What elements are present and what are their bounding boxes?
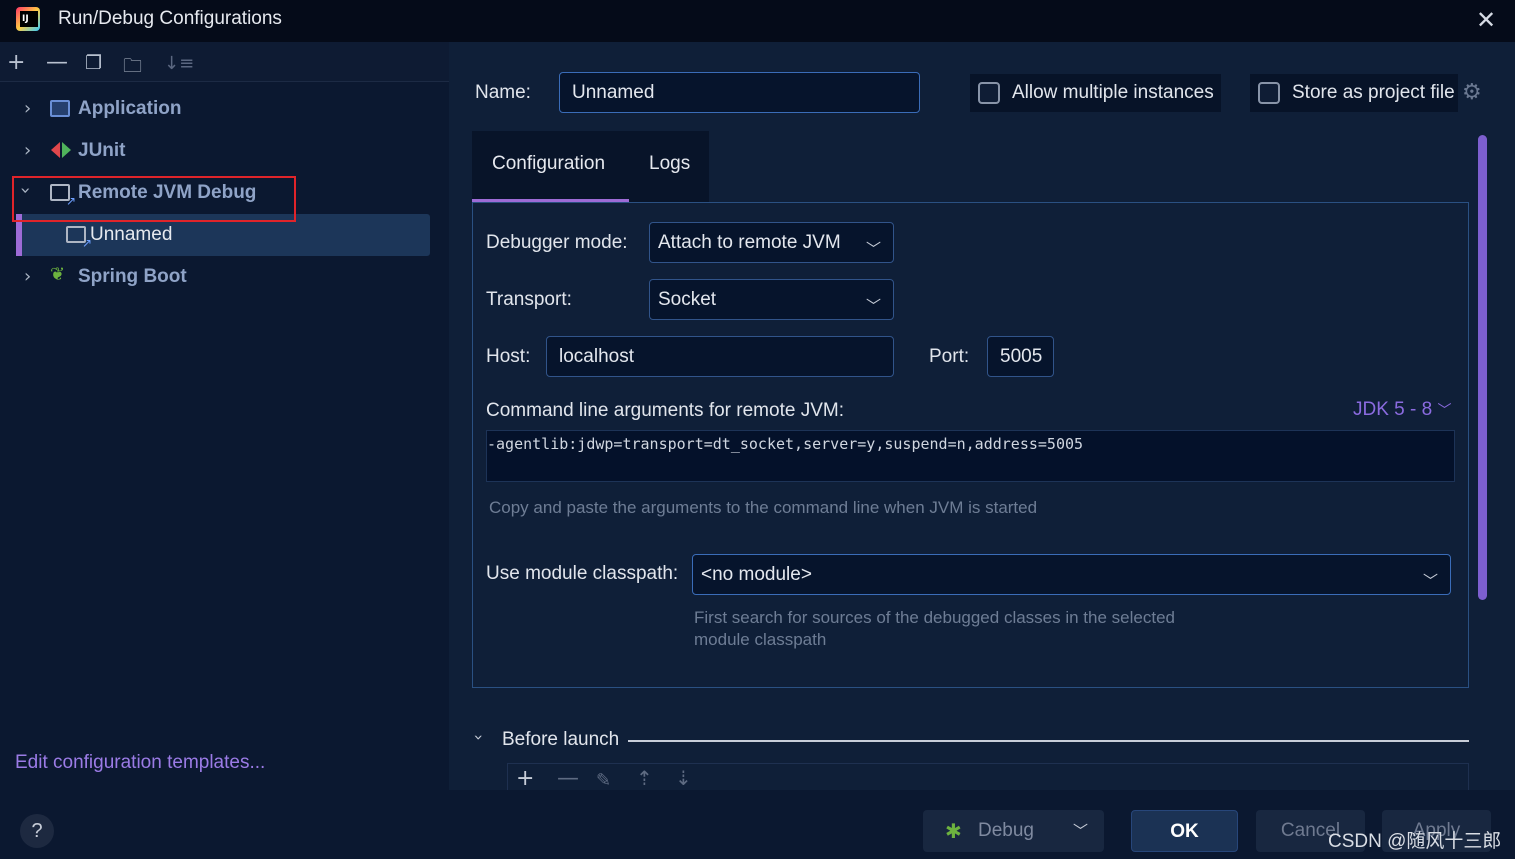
port-label: Port:: [929, 346, 970, 367]
name-input[interactable]: Unnamed: [559, 72, 920, 113]
bug-icon: ✱: [945, 819, 962, 843]
remove-icon[interactable]: —: [46, 50, 68, 75]
chevron-down-icon[interactable]: ﹀: [1073, 810, 1088, 852]
new-folder-icon[interactable]: 🗀: [123, 52, 142, 84]
dropdown-value: Socket: [658, 289, 717, 310]
checkbox-label: Allow multiple instances: [1012, 82, 1214, 103]
application-icon: [50, 100, 70, 117]
host-input[interactable]: localhost: [546, 336, 894, 377]
tree-item-spring-boot[interactable]: › ❦ Spring Boot: [0, 258, 449, 298]
chevron-right-icon[interactable]: ›: [24, 266, 31, 287]
debugger-mode-label: Debugger mode:: [486, 232, 628, 253]
dropdown-value: Attach to remote JVM: [658, 232, 841, 253]
jdk-version-dropdown[interactable]: JDK 5 - 8 ﹀: [1353, 399, 1451, 421]
help-button[interactable]: ?: [20, 814, 54, 848]
command-line-args-field[interactable]: -agentlib:jdwp=transport=dt_socket,serve…: [486, 430, 1455, 482]
debugger-mode-dropdown[interactable]: Attach to remote JVM ﹀: [649, 222, 894, 263]
checkbox-label: Store as project file: [1292, 82, 1455, 103]
ok-button[interactable]: OK: [1131, 810, 1238, 852]
tree-item-unnamed[interactable]: Unnamed: [0, 216, 449, 256]
allow-multiple-instances-checkbox[interactable]: Allow multiple instances: [970, 74, 1221, 112]
gear-icon[interactable]: ⚙: [1462, 80, 1482, 105]
add-icon[interactable]: +: [7, 50, 25, 75]
module-classpath-dropdown[interactable]: <no module> ﹀: [692, 554, 1451, 595]
chevron-right-icon[interactable]: ›: [24, 98, 31, 119]
active-tab-indicator: [472, 199, 629, 202]
debug-button-label: Debug: [978, 820, 1034, 841]
edit-templates-link[interactable]: Edit configuration templates...: [15, 752, 265, 774]
add-task-icon[interactable]: +: [516, 766, 534, 791]
remote-jvm-debug-icon: [66, 226, 92, 250]
tree-item-application[interactable]: › Application: [0, 90, 449, 130]
vertical-scrollbar[interactable]: [1478, 135, 1487, 600]
module-hint-line-2: module classpath: [694, 630, 827, 649]
window-title: Run/Debug Configurations: [58, 8, 282, 29]
store-as-project-file-checkbox[interactable]: Store as project file: [1250, 74, 1458, 112]
tree-item-junit[interactable]: › JUnit: [0, 132, 449, 172]
intellij-logo-icon: [16, 7, 40, 31]
module-classpath-label: Use module classpath:: [486, 563, 679, 584]
checkbox-box[interactable]: [978, 82, 1000, 104]
close-icon[interactable]: ✕: [1476, 6, 1496, 34]
port-input[interactable]: 5005: [987, 336, 1054, 377]
before-launch-label[interactable]: Before launch: [502, 729, 619, 751]
remove-task-icon[interactable]: —: [557, 766, 579, 791]
copy-icon[interactable]: ❐: [85, 52, 102, 74]
chevron-down-icon[interactable]: ›: [470, 734, 489, 740]
tree-item-label: Application: [78, 98, 182, 119]
chevron-down-icon: ﹀: [865, 240, 881, 258]
debug-button[interactable]: ✱ Debug ﹀: [923, 810, 1104, 852]
chevron-right-icon[interactable]: ›: [24, 140, 31, 161]
chevron-down-icon: ﹀: [1422, 572, 1438, 590]
chevron-down-icon: ﹀: [865, 297, 881, 315]
dropdown-value: <no module>: [701, 564, 812, 585]
name-label: Name:: [475, 82, 531, 103]
move-up-icon[interactable]: ⇡: [636, 766, 653, 790]
tree-item-label: JUnit: [78, 140, 126, 161]
sort-icon[interactable]: ↓≡: [164, 53, 194, 74]
module-hint-line-1: First search for sources of the debugged…: [694, 608, 1175, 627]
tab-logs[interactable]: Logs: [649, 153, 690, 175]
move-down-icon[interactable]: ⇣: [675, 766, 692, 790]
spring-boot-icon: ❦: [50, 264, 66, 285]
chevron-down-icon: ﹀: [1437, 403, 1452, 419]
command-line-label: Command line arguments for remote JVM:: [486, 400, 844, 421]
command-line-hint: Copy and paste the arguments to the comm…: [489, 498, 1038, 517]
transport-label: Transport:: [486, 289, 572, 310]
before-launch-divider: [628, 740, 1469, 742]
tree-item-label: Unnamed: [90, 224, 173, 245]
checkbox-box[interactable]: [1258, 82, 1280, 104]
host-label: Host:: [486, 346, 531, 367]
tab-configuration[interactable]: Configuration: [492, 153, 605, 175]
watermark: CSDN @随风十三郎: [1328, 831, 1502, 852]
tree-item-label: Spring Boot: [78, 266, 187, 287]
transport-dropdown[interactable]: Socket ﹀: [649, 279, 894, 320]
edit-task-icon[interactable]: ✎: [596, 770, 611, 791]
junit-icon: [50, 140, 71, 158]
jdk-version-label: JDK 5 - 8: [1353, 399, 1433, 420]
